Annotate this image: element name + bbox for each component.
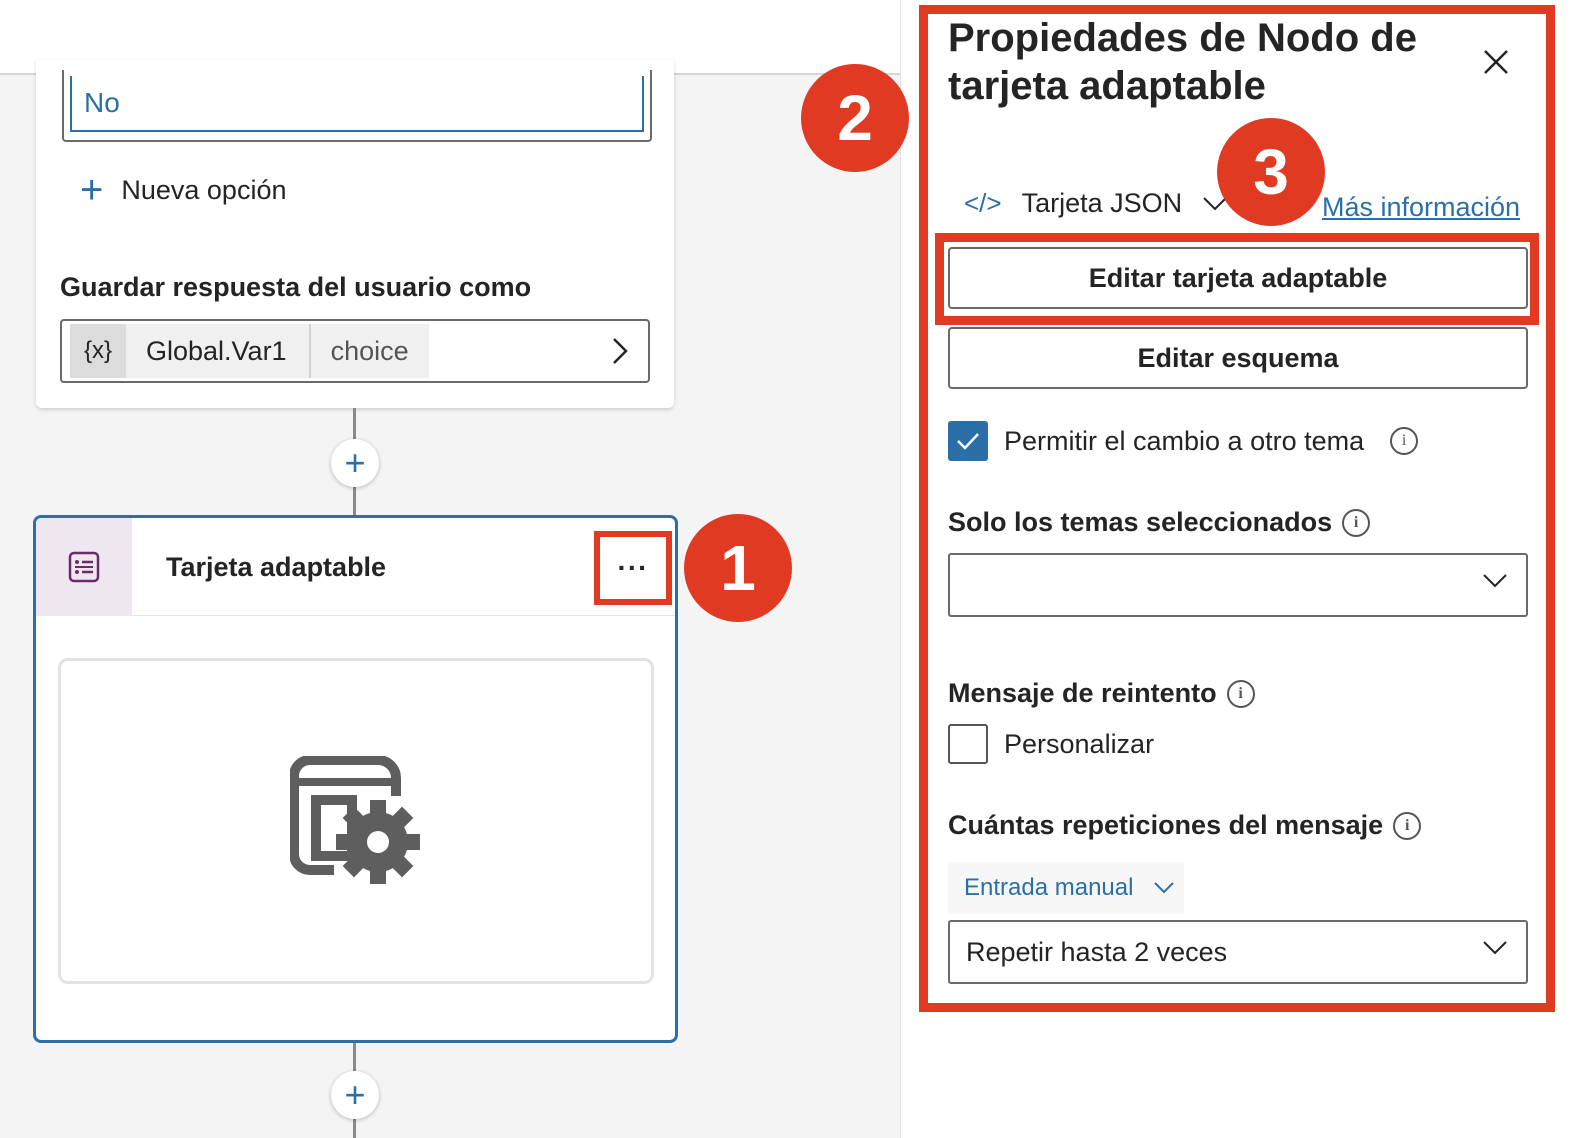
new-option-label: Nueva opción [121, 174, 287, 205]
adaptive-card-node[interactable]: Tarjeta adaptable ··· [33, 515, 678, 1043]
info-icon[interactable]: i [1393, 811, 1422, 840]
variable-chip: {x} Global.Var1 choice [70, 324, 429, 378]
info-icon[interactable]: i [1390, 427, 1419, 455]
chevron-down-icon [1483, 574, 1507, 588]
edit-adaptive-card-button[interactable]: Editar tarjeta adaptable [948, 247, 1528, 309]
more-options-button[interactable]: ··· [594, 531, 672, 605]
repeat-count-dropdown[interactable]: Repetir hasta 2 veces [948, 920, 1528, 984]
save-response-label: Guardar respuesta del usuario como [60, 272, 532, 302]
more-info-link[interactable]: Más información [1322, 192, 1520, 223]
variable-icon: {x} [70, 324, 126, 378]
card-preview [58, 658, 654, 984]
variable-name: Global.Var1 [126, 324, 311, 378]
retry-message-label: Mensaje de reintento i [948, 678, 1255, 709]
panel-title: Propiedades de Nodo de tarjeta adaptable [948, 16, 1417, 108]
chevron-down-icon [1483, 941, 1507, 955]
selected-topics-label: Solo los temas seleccionados i [948, 507, 1371, 538]
card-source-dropdown[interactable]: </> Tarjeta JSON [964, 188, 1228, 219]
info-icon[interactable]: i [1226, 679, 1255, 708]
chevron-down-icon [1154, 882, 1175, 894]
customize-row: Personalizar [948, 724, 1154, 764]
customize-label: Personalizar [1004, 728, 1155, 759]
repeat-count-value: Repetir hasta 2 veces [966, 936, 1228, 967]
node-title: Tarjeta adaptable [166, 552, 387, 582]
plus-icon: + [80, 168, 104, 212]
add-node-button[interactable]: + [331, 439, 379, 487]
allow-topic-switch-checkbox[interactable] [948, 421, 988, 461]
variable-picker[interactable]: {x} Global.Var1 choice [60, 319, 650, 383]
adaptive-card-node-icon [36, 518, 132, 616]
edit-schema-button[interactable]: Editar esquema [948, 327, 1528, 389]
chevron-right-icon [613, 338, 628, 364]
step-badge-1: 1 [684, 514, 792, 622]
new-option-button[interactable]: + Nueva opción [80, 170, 286, 210]
selected-topics-dropdown[interactable] [948, 553, 1528, 617]
manual-entry-label: Entrada manual [964, 874, 1134, 901]
step-badge-2: 2 [801, 64, 909, 172]
customize-checkbox[interactable] [948, 724, 988, 764]
card-source-label: Tarjeta JSON [1021, 188, 1183, 218]
node-header: Tarjeta adaptable ··· [36, 518, 675, 616]
form-icon [68, 551, 100, 583]
allow-topic-switch-label: Permitir el cambio a otro tema [1004, 425, 1365, 456]
manual-entry-dropdown[interactable]: Entrada manual [948, 862, 1184, 914]
card-settings-icon [290, 756, 420, 884]
add-node-button[interactable]: + [331, 1071, 379, 1119]
code-icon: </> [964, 188, 1002, 218]
info-icon[interactable]: i [1342, 508, 1371, 537]
option-input[interactable]: No [70, 76, 644, 132]
allow-topic-switch-row: Permitir el cambio a otro tema i [948, 421, 1419, 461]
question-node-card: No + Nueva opción Guardar respuesta del … [36, 60, 674, 408]
variable-type: choice [330, 335, 409, 366]
step-badge-3: 3 [1217, 118, 1325, 226]
close-icon[interactable] [1478, 44, 1514, 80]
repeat-count-label: Cuántas repeticiones del mensaje i [948, 810, 1422, 841]
option-field: No [62, 70, 652, 142]
checkmark-icon [957, 433, 979, 450]
